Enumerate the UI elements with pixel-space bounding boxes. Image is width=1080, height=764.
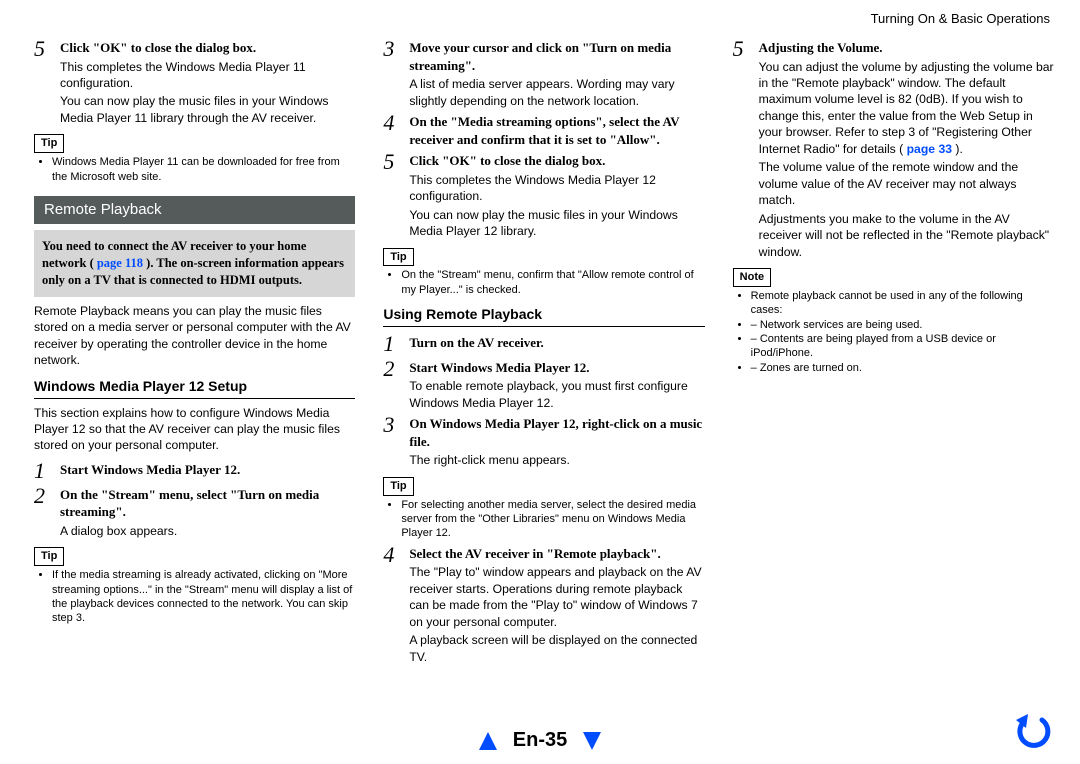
- tip-item: If the media streaming is already activa…: [52, 568, 355, 625]
- page-link-33[interactable]: page 33: [907, 142, 952, 156]
- tip-label: Tip: [34, 547, 64, 566]
- tip-label: Tip: [383, 477, 413, 496]
- step-title: Start Windows Media Player 12.: [60, 461, 355, 479]
- step-title: On the "Stream" menu, select "Turn on me…: [60, 486, 355, 521]
- section-band-remote-playback: Remote Playback: [34, 196, 355, 224]
- step-number: 5: [34, 38, 60, 126]
- page-link-118[interactable]: page 118: [97, 256, 143, 270]
- note-label: Note: [733, 268, 771, 287]
- step-desc: Adjustments you make to the volume in th…: [759, 211, 1054, 260]
- step-number: 2: [34, 485, 60, 540]
- note-subitem: Zones are turned on.: [751, 361, 1054, 375]
- tip-item: On the "Stream" menu, confirm that "Allo…: [401, 268, 704, 297]
- step-desc: You can now play the music files in your…: [409, 207, 704, 240]
- return-icon[interactable]: [1012, 712, 1052, 756]
- step-title: On the "Media streaming options", select…: [409, 113, 704, 148]
- footer: En-35: [0, 727, 1080, 754]
- step-number: 1: [383, 333, 409, 355]
- paragraph: Remote Playback means you can play the m…: [34, 303, 355, 369]
- tip-item: Windows Media Player 11 can be downloade…: [52, 155, 355, 184]
- step-desc: A dialog box appears.: [60, 523, 355, 539]
- step-number: 1: [34, 460, 60, 482]
- note-item: Remote playback cannot be used in any of…: [751, 289, 1054, 375]
- step-desc: A playback screen will be displayed on t…: [409, 632, 704, 665]
- page-number: En-35: [513, 727, 567, 754]
- step-number: 5: [733, 38, 759, 260]
- column-3: 5 Adjusting the Volume. You can adjust t…: [733, 35, 1054, 667]
- tip-item: For selecting another media server, sele…: [401, 498, 704, 541]
- step-title: Start Windows Media Player 12.: [409, 359, 704, 377]
- note-subitem: Contents are being played from a USB dev…: [751, 332, 1054, 361]
- step-number: 5: [383, 151, 409, 239]
- step-desc: You can now play the music files in your…: [60, 93, 355, 126]
- subhead-using-remote-playback: Using Remote Playback: [383, 305, 704, 327]
- step-number: 3: [383, 38, 409, 109]
- tip-label: Tip: [383, 248, 413, 267]
- step-desc: This completes the Windows Media Player …: [60, 59, 355, 92]
- highlight-box: You need to connect the AV receiver to y…: [34, 230, 355, 297]
- step-number: 4: [383, 112, 409, 148]
- step-title: On Windows Media Player 12, right-click …: [409, 415, 704, 450]
- subhead-wmp12-setup: Windows Media Player 12 Setup: [34, 377, 355, 399]
- paragraph: This section explains how to configure W…: [34, 405, 355, 454]
- prev-page-icon[interactable]: [477, 730, 499, 752]
- step-title: Move your cursor and click on "Turn on m…: [409, 39, 704, 74]
- step-desc: This completes the Windows Media Player …: [409, 172, 704, 205]
- step-desc: To enable remote playback, you must firs…: [409, 378, 704, 411]
- step-number: 3: [383, 414, 409, 469]
- step-desc: You can adjust the volume by adjusting t…: [759, 59, 1054, 158]
- step-title: Click "OK" to close the dialog box.: [60, 39, 355, 57]
- step-title: Click "OK" to close the dialog box.: [409, 152, 704, 170]
- step-desc: The "Play to" window appears and playbac…: [409, 564, 704, 630]
- tip-label: Tip: [34, 134, 64, 153]
- step-desc: The volume value of the remote window an…: [759, 159, 1054, 208]
- step-title: Select the AV receiver in "Remote playba…: [409, 545, 704, 563]
- header-section: Turning On & Basic Operations: [871, 10, 1050, 28]
- text: ).: [955, 142, 962, 156]
- note-subitem: Network services are being used.: [751, 318, 1054, 332]
- step-number: 2: [383, 358, 409, 411]
- column-1: 5 Click "OK" to close the dialog box. Th…: [34, 35, 355, 667]
- step-title: Adjusting the Volume.: [759, 39, 1054, 57]
- step-title: Turn on the AV receiver.: [409, 334, 704, 352]
- step-desc: The right-click menu appears.: [409, 452, 704, 468]
- next-page-icon[interactable]: [581, 730, 603, 752]
- step-number: 4: [383, 544, 409, 665]
- column-2: 3 Move your cursor and click on "Turn on…: [383, 35, 704, 667]
- step-desc: A list of media server appears. Wording …: [409, 76, 704, 109]
